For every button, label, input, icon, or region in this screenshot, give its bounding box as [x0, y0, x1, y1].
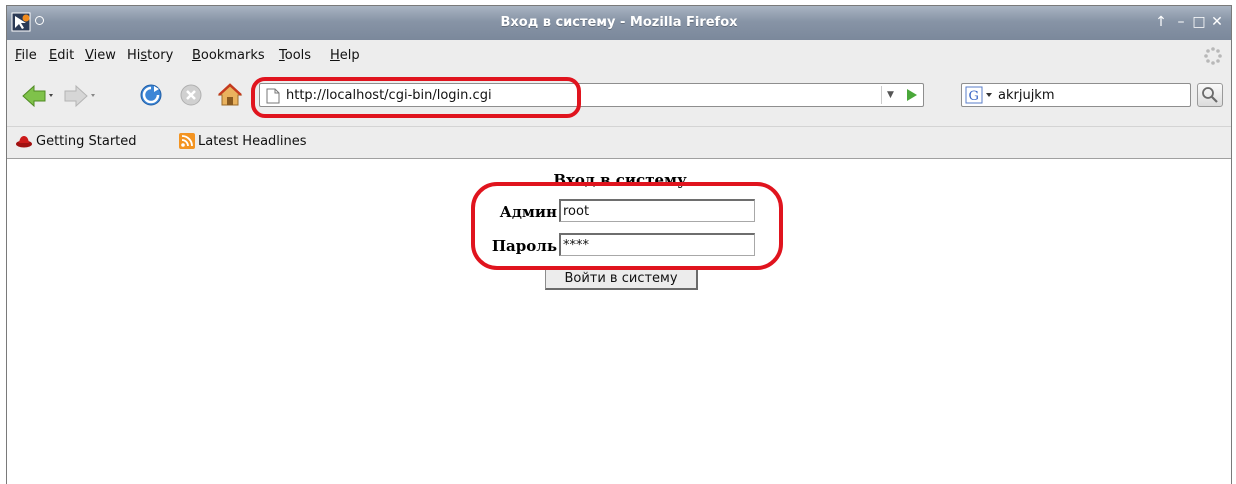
- menu-history[interactable]: History: [127, 48, 173, 63]
- redhat-icon: [16, 136, 32, 148]
- login-submit-button[interactable]: Войти в систему: [545, 268, 698, 290]
- back-icon[interactable]: [21, 84, 55, 108]
- throbber-icon: [1204, 47, 1222, 65]
- navigation-toolbar: ▼ G: [7, 74, 1231, 120]
- menu-file[interactable]: File: [15, 48, 37, 63]
- bookmark-label: Latest Headlines: [198, 133, 307, 149]
- maximize-icon[interactable]: □: [1191, 13, 1207, 31]
- menu-bar: File Edit View History Bookmarks Tools H…: [7, 44, 1231, 68]
- page-icon: [266, 88, 280, 104]
- google-icon[interactable]: G: [965, 86, 995, 104]
- browser-window: Вход в систему - Mozilla Firefox ↑ – □ ✕…: [6, 5, 1232, 484]
- go-icon[interactable]: [903, 87, 919, 103]
- search-button[interactable]: [1197, 83, 1223, 107]
- search-bar[interactable]: G: [961, 83, 1191, 107]
- svg-text:G: G: [969, 89, 979, 104]
- home-icon[interactable]: [217, 82, 243, 108]
- close-icon[interactable]: ✕: [1209, 13, 1225, 31]
- stop-icon[interactable]: [179, 83, 203, 107]
- search-icon: [1202, 87, 1218, 103]
- search-input[interactable]: [998, 86, 1183, 104]
- admin-input[interactable]: [559, 199, 755, 222]
- forward-icon[interactable]: [63, 84, 97, 108]
- menu-tools[interactable]: Tools: [279, 48, 311, 63]
- title-bar: Вход в систему - Mozilla Firefox ↑ – □ ✕: [7, 6, 1231, 40]
- bookmark-latest-headlines[interactable]: Latest Headlines: [179, 133, 307, 149]
- bookmark-getting-started[interactable]: Getting Started: [15, 133, 137, 149]
- password-label: Пароль: [491, 237, 557, 255]
- url-bar[interactable]: ▼: [259, 83, 924, 107]
- menu-view[interactable]: View: [85, 48, 116, 63]
- menu-edit[interactable]: Edit: [49, 48, 74, 63]
- url-history-dropdown-icon[interactable]: ▼: [881, 86, 899, 104]
- url-input[interactable]: [286, 86, 886, 104]
- window-title: Вход в систему - Mozilla Firefox: [500, 15, 738, 30]
- login-heading: Вход в систему: [553, 171, 687, 189]
- menu-help[interactable]: Help: [330, 48, 360, 63]
- password-input[interactable]: [559, 233, 755, 256]
- rss-icon: [179, 133, 195, 149]
- bookmark-label: Getting Started: [36, 133, 137, 149]
- reload-icon[interactable]: [139, 83, 163, 107]
- minimize-icon[interactable]: –: [1173, 13, 1189, 31]
- always-on-top-icon[interactable]: ↑: [1153, 13, 1169, 31]
- menu-bookmarks[interactable]: Bookmarks: [192, 48, 265, 63]
- admin-label: Админ: [499, 203, 557, 221]
- page-content: Вход в систему Админ Пароль Войти в сист…: [7, 158, 1231, 484]
- bookmarks-toolbar: Getting Started Latest Headlines: [7, 126, 1231, 154]
